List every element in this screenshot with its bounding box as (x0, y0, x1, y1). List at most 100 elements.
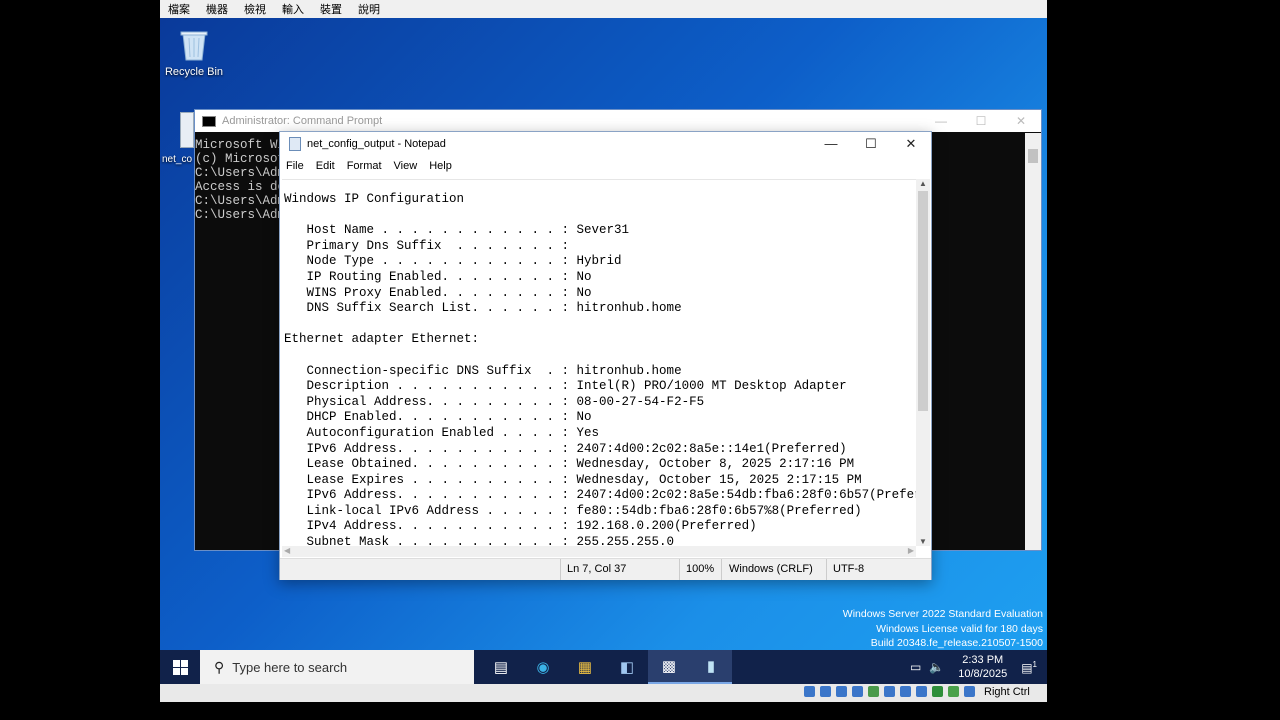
cmd-titlebar[interactable]: Administrator: Command Prompt — ☐ ✕ (195, 110, 1041, 132)
status-divider (721, 559, 722, 580)
notepad-taskbar-icon[interactable]: ▮ (690, 650, 732, 684)
notepad-statusbar: Ln 7, Col 37 100% Windows (CRLF) UTF-8 (280, 558, 931, 580)
hard-disk-icon[interactable] (804, 686, 815, 697)
vm-menubar: 檔案 機器 檢視 輸入 裝置 說明 (160, 0, 1047, 18)
net-config-file-shortcut[interactable]: net_co (162, 112, 194, 165)
scroll-right-arrow-icon[interactable]: ▶ (908, 546, 914, 555)
recording-icon[interactable] (916, 686, 927, 697)
menu-file[interactable]: File (280, 160, 310, 172)
scroll-left-arrow-icon[interactable]: ◀ (284, 546, 290, 555)
notepad-line (284, 317, 916, 333)
recycle-bin-icon (178, 26, 210, 62)
notepad-vertical-scrollbar[interactable]: ▲ ▼ (916, 179, 930, 546)
notepad-title: net_config_output - Notepad (307, 138, 446, 150)
shared-folder-icon[interactable] (884, 686, 895, 697)
host-key-label: Right Ctrl (984, 686, 1030, 698)
file-explorer-icon[interactable]: ▦ (564, 650, 606, 684)
search-placeholder: Type here to search (232, 659, 348, 675)
command-prompt-taskbar-icon[interactable]: ▩ (648, 650, 690, 684)
cmd-scroll-thumb[interactable] (1028, 149, 1038, 163)
cmd-title: Administrator: Command Prompt (222, 115, 383, 127)
notepad-line: Ethernet adapter Ethernet: (284, 332, 480, 347)
system-tray: ▭ 🔈 2:33 PM 10/8/2025 ▤1 (906, 653, 1047, 681)
notepad-titlebar[interactable]: net_config_output - Notepad — ☐ ✕ (280, 132, 931, 156)
notepad-line: Lease Obtained. . . . . . . . . . : Wedn… (284, 457, 855, 472)
watermark-edition: Windows Server 2022 Standard Evaluation (842, 608, 1043, 620)
notepad-line: IPv4 Address. . . . . . . . . . . : 192.… (284, 519, 757, 534)
menu-format[interactable]: Format (341, 160, 388, 172)
audio-icon[interactable] (836, 686, 847, 697)
scroll-up-arrow-icon[interactable]: ▲ (916, 179, 930, 188)
notepad-line: Link-local IPv6 Address . . . . . : fe80… (284, 503, 862, 518)
vm-menu-help[interactable]: 說明 (350, 1, 388, 17)
notepad-line: Host Name . . . . . . . . . . . . : Seve… (284, 223, 630, 238)
network-icon[interactable]: ▭ (910, 660, 921, 674)
taskbar-clock[interactable]: 2:33 PM 10/8/2025 (958, 653, 1007, 681)
status-zoom: 100% (686, 563, 715, 575)
recycle-bin-shortcut[interactable]: Recycle Bin (164, 26, 224, 78)
menu-help[interactable]: Help (423, 160, 458, 172)
clock-date: 10/8/2025 (958, 668, 1008, 680)
vm-statusbar: Right Ctrl (160, 684, 1047, 702)
cmd-maximize-button[interactable]: ☐ (961, 114, 1001, 128)
taskbar-search-box[interactable]: ⚲ Type here to search (200, 650, 474, 684)
vm-menu-view[interactable]: 檢視 (236, 1, 274, 17)
notepad-line: IP Routing Enabled. . . . . . . . : No (284, 269, 592, 284)
watermark-build: Build 20348.fe_release.210507-1500 (870, 637, 1043, 649)
windows-logo-icon (172, 659, 188, 675)
usb-icon[interactable] (868, 686, 879, 697)
vm-menu-input[interactable]: 輸入 (274, 1, 312, 17)
menu-view[interactable]: View (388, 160, 424, 172)
notepad-line: WINS Proxy Enabled. . . . . . . . : No (284, 285, 592, 300)
notepad-horizontal-scrollbar[interactable]: ◀ ▶ (282, 546, 916, 557)
notepad-maximize-button[interactable]: ☐ (851, 136, 891, 152)
keyboard-icon[interactable] (964, 686, 975, 697)
vm-device-icons (804, 686, 980, 697)
search-icon: ⚲ (214, 658, 225, 675)
clock-time: 2:33 PM (962, 654, 1004, 666)
notepad-scroll-thumb[interactable] (918, 191, 928, 411)
desktop: Recycle Bin net_co Administrator: Comman… (160, 18, 1047, 650)
notepad-line: Autoconfiguration Enabled . . . . : Yes (284, 425, 600, 440)
notepad-icon (289, 137, 301, 151)
display-icon[interactable] (900, 686, 911, 697)
notepad-minimize-button[interactable]: — (811, 136, 851, 152)
notepad-line: Description . . . . . . . . . . . : Inte… (284, 379, 847, 394)
notepad-close-button[interactable]: ✕ (891, 136, 931, 152)
notepad-text-area[interactable]: Windows IP Configuration Host Name . . .… (282, 179, 916, 547)
volume-muted-icon[interactable]: 🔈 (929, 660, 944, 674)
status-cursor-position: Ln 7, Col 37 (567, 563, 627, 575)
notepad-line: Node Type . . . . . . . . . . . . : Hybr… (284, 254, 622, 269)
optical-drive-icon[interactable] (820, 686, 831, 697)
menu-edit[interactable]: Edit (310, 160, 341, 172)
cmd-scrollbar[interactable] (1025, 133, 1041, 550)
status-encoding: UTF-8 (833, 563, 865, 575)
server-manager-icon[interactable]: ◧ (606, 650, 648, 684)
notification-count: 1 (1032, 659, 1037, 669)
status-divider (826, 559, 827, 580)
notepad-line (284, 348, 916, 364)
notepad-line: Physical Address. . . . . . . . . : 08-0… (284, 394, 705, 409)
notepad-line (284, 208, 916, 224)
notepad-menubar: File Edit Format View Help (280, 156, 931, 176)
notepad-line: IPv6 Address. . . . . . . . . . . : 2407… (284, 441, 847, 456)
network-adapter-icon[interactable] (852, 686, 863, 697)
scroll-down-arrow-icon[interactable]: ▼ (916, 537, 930, 546)
cmd-close-button[interactable]: ✕ (1001, 114, 1041, 128)
start-button[interactable] (160, 650, 200, 684)
vm-menu-machine[interactable]: 機器 (198, 1, 236, 17)
vm-menu-devices[interactable]: 裝置 (312, 1, 350, 17)
notepad-text: Windows IP Configuration Host Name . . .… (282, 180, 916, 547)
cmd-minimize-button[interactable]: — (921, 114, 961, 128)
task-view-icon[interactable]: ▤ (480, 650, 522, 684)
vm-menu-file[interactable]: 檔案 (160, 1, 198, 17)
notepad-window[interactable]: net_config_output - Notepad — ☐ ✕ File E… (279, 131, 932, 580)
mouse-integration-icon[interactable] (948, 686, 959, 697)
notepad-line: Primary Dns Suffix . . . . . . . : (284, 238, 570, 253)
status-line-ending: Windows (CRLF) (729, 563, 813, 575)
cpu-icon[interactable] (932, 686, 943, 697)
cmd-icon (202, 115, 216, 127)
edge-browser-icon[interactable]: ◉ (522, 650, 564, 684)
watermark-license: Windows License valid for 180 days (876, 622, 1043, 635)
notification-center-icon[interactable]: ▤1 (1021, 660, 1037, 675)
